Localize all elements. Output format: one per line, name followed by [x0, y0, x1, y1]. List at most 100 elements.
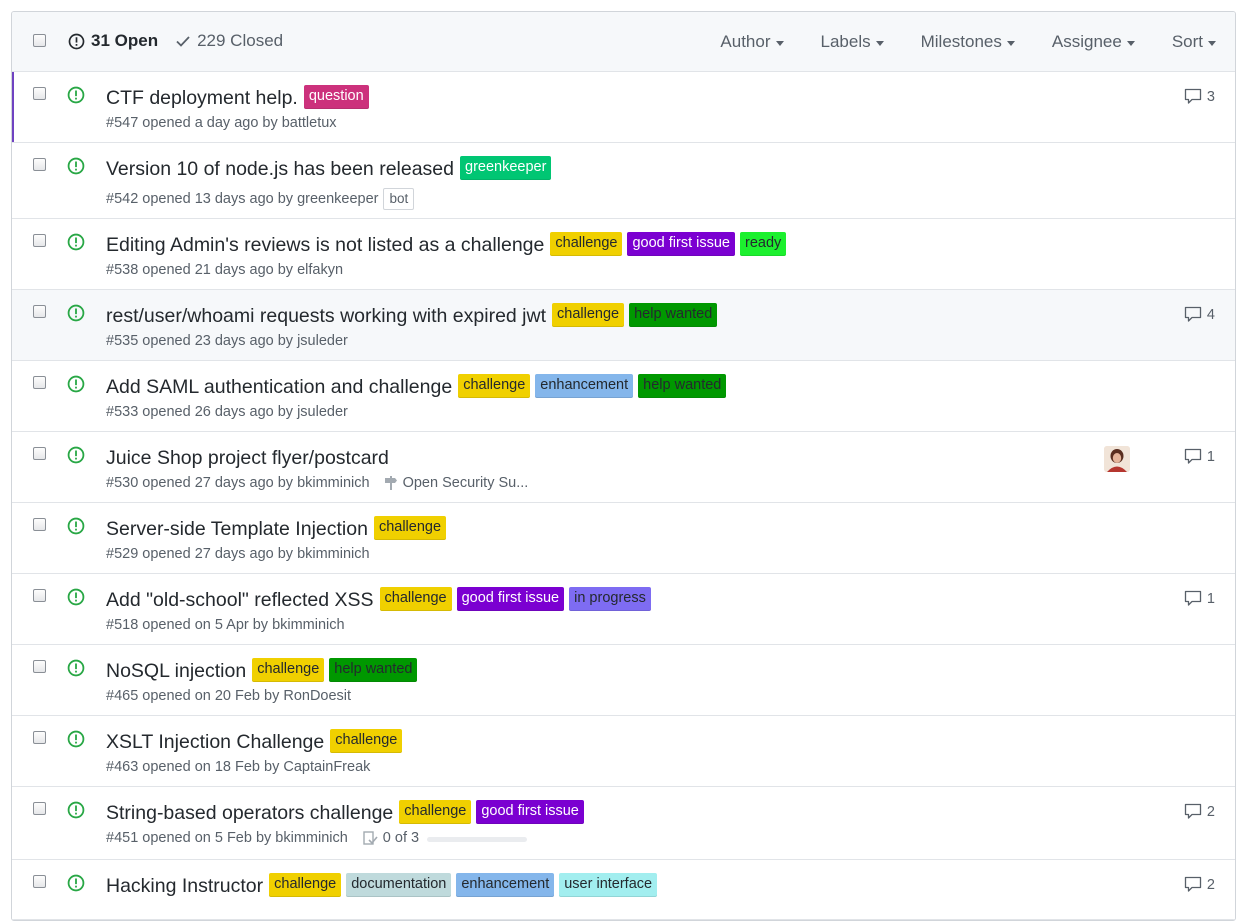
issue-title-link[interactable]: CTF deployment help. — [106, 87, 298, 110]
issue-label[interactable]: challenge — [552, 303, 625, 327]
issue-row[interactable]: String-based operators challenge challeng… — [12, 787, 1235, 860]
issue-opened-icon — [67, 801, 85, 824]
labels-filter[interactable]: Labels — [821, 32, 884, 52]
issue-row[interactable]: Version 10 of node.js has been released g… — [12, 143, 1235, 219]
issue-title-link[interactable]: Add SAML authentication and challenge — [106, 376, 452, 399]
issue-meta: #530 opened 27 days ago by bkimminich Ope… — [106, 475, 528, 491]
issue-checkbox[interactable] — [33, 87, 46, 100]
issue-label[interactable]: help wanted — [329, 658, 418, 682]
issue-opened-icon — [67, 375, 85, 398]
sort-filter[interactable]: Sort — [1172, 32, 1216, 52]
issue-author-link[interactable]: greenkeeper — [297, 191, 378, 207]
issue-milestone-link[interactable]: Open Security Su... — [384, 475, 528, 491]
issue-row[interactable]: XSLT Injection Challenge challenge #463 op… — [12, 716, 1235, 787]
issue-author-link[interactable]: elfakyn — [297, 262, 343, 278]
issue-checkbox[interactable] — [33, 731, 46, 744]
issue-label[interactable]: challenge — [550, 232, 623, 256]
issue-comments-link[interactable]: 3 — [1184, 88, 1215, 105]
issue-row[interactable]: CTF deployment help. question #547 opened … — [12, 72, 1235, 143]
issue-comments-link[interactable]: 1 — [1184, 590, 1215, 607]
issue-checkbox[interactable] — [33, 305, 46, 318]
closed-issues-link[interactable]: 229 Closed — [175, 31, 283, 51]
issue-row[interactable]: NoSQL injection challenge help wanted #465 … — [12, 645, 1235, 716]
issue-title-link[interactable]: String-based operators challenge — [106, 802, 393, 825]
issue-checkbox[interactable] — [33, 660, 46, 673]
issue-author-link[interactable]: bkimminich — [275, 830, 348, 846]
milestones-filter[interactable]: Milestones — [921, 32, 1015, 52]
task-count: 0 of 3 — [382, 830, 420, 846]
issue-label[interactable]: ready — [739, 232, 787, 256]
issue-title-link[interactable]: rest/user/whoami requests working with e… — [106, 305, 546, 328]
issue-checkbox[interactable] — [33, 802, 46, 815]
issue-label[interactable]: good first issue — [456, 587, 565, 611]
issue-author-link[interactable]: jsuleder — [297, 404, 348, 420]
issue-title-link[interactable]: Hacking Instructor — [106, 875, 263, 898]
issue-label[interactable]: challenge — [330, 729, 403, 753]
issue-label[interactable]: challenge — [399, 800, 472, 824]
issue-label[interactable]: question — [303, 85, 369, 109]
issue-row[interactable]: Add SAML authentication and challenge cha… — [12, 361, 1235, 432]
issue-title-link[interactable]: Juice Shop project flyer/postcard — [106, 447, 389, 470]
issue-label[interactable]: challenge — [373, 516, 447, 540]
issue-meta-text: #533 opened 26 days ago by — [106, 404, 294, 420]
issue-author-link[interactable]: bkimminich — [297, 546, 370, 562]
issue-checkbox[interactable] — [33, 875, 46, 888]
assignee-avatar[interactable] — [1104, 446, 1130, 472]
issue-label[interactable]: challenge — [379, 587, 452, 611]
issue-row[interactable]: Editing Admin's reviews is not listed as… — [12, 219, 1235, 290]
issue-label[interactable]: in progress — [569, 587, 651, 611]
issue-opened-icon — [67, 659, 85, 682]
issue-author-link[interactable]: jsuleder — [297, 333, 348, 349]
issue-checkbox[interactable] — [33, 447, 46, 460]
issue-author-link[interactable]: bkimminich — [272, 617, 345, 633]
issue-label[interactable]: greenkeeper — [460, 156, 552, 180]
issue-title-link[interactable]: Editing Admin's reviews is not listed as… — [106, 234, 544, 257]
issue-label[interactable]: user interface — [559, 873, 658, 897]
task-progress: 0 of 3 — [362, 830, 528, 846]
comment-icon — [1184, 448, 1202, 464]
issue-checkbox[interactable] — [33, 158, 46, 171]
author-filter-label: Author — [720, 32, 771, 51]
issue-label[interactable]: documentation — [346, 873, 452, 897]
issue-title-link[interactable]: XSLT Injection Challenge — [106, 731, 324, 754]
issue-title-link[interactable]: Add "old-school" reflected XSS — [106, 589, 374, 612]
issue-title-line: Version 10 of node.js has been released g… — [106, 155, 556, 181]
issue-checkbox[interactable] — [33, 589, 46, 602]
issue-label[interactable]: enhancement — [535, 374, 634, 398]
issue-row[interactable]: Server-side Template Injection challenge #… — [12, 503, 1235, 574]
issue-author-link[interactable]: bkimminich — [297, 475, 370, 491]
labels-filter-label: Labels — [820, 32, 871, 51]
issue-label[interactable]: good first issue — [627, 232, 735, 256]
issue-label[interactable]: good first issue — [476, 800, 584, 824]
issue-title-link[interactable]: Version 10 of node.js has been released — [106, 158, 454, 181]
issue-row[interactable]: Add "old-school" reflected XSS challenge g… — [12, 574, 1235, 645]
issue-comments-link[interactable]: 1 — [1184, 448, 1215, 465]
issue-checkbox[interactable] — [33, 518, 46, 531]
issue-checkbox[interactable] — [33, 376, 46, 389]
issue-label[interactable]: challenge — [458, 374, 531, 398]
issue-title-link[interactable]: Server-side Template Injection — [106, 518, 368, 541]
issue-row[interactable]: Juice Shop project flyer/postcard #530 op… — [12, 432, 1235, 503]
issue-checkbox[interactable] — [33, 234, 46, 247]
caret-down-icon — [1126, 40, 1135, 46]
issue-author-link[interactable]: RonDoesit — [283, 688, 351, 704]
issue-title-link[interactable]: NoSQL injection — [106, 660, 246, 683]
issue-comments-link[interactable]: 2 — [1184, 876, 1215, 893]
select-all-checkbox[interactable] — [33, 34, 46, 47]
issue-row[interactable]: rest/user/whoami requests working with e… — [12, 290, 1235, 361]
issue-row[interactable]: Hacking Instructor challenge documentation… — [12, 860, 1235, 920]
issue-label[interactable]: challenge — [269, 873, 342, 897]
issue-comments-link[interactable]: 4 — [1184, 306, 1215, 323]
author-filter[interactable]: Author — [720, 32, 784, 52]
issue-author-link[interactable]: CaptainFreak — [283, 759, 370, 775]
issue-author-link[interactable]: battletux — [282, 115, 337, 131]
issue-comments-link[interactable]: 2 — [1184, 803, 1215, 820]
issue-label[interactable]: help wanted — [638, 374, 727, 398]
issue-meta-text: #547 opened a day ago by — [106, 115, 278, 131]
issue-label[interactable]: enhancement — [456, 873, 555, 897]
assignee-filter[interactable]: Assignee — [1052, 32, 1135, 52]
caret-down-icon — [775, 40, 784, 46]
open-issues-link[interactable]: 31 Open — [68, 31, 158, 51]
issue-label[interactable]: help wanted — [629, 303, 718, 327]
issue-label[interactable]: challenge — [252, 658, 325, 682]
